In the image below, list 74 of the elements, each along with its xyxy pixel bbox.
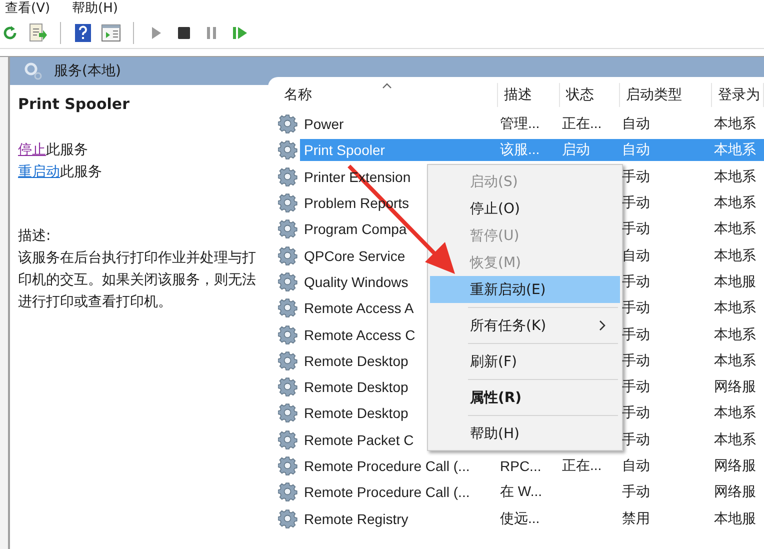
column-header[interactable]: 状态 — [560, 83, 620, 107]
startup-type: 禁用 — [621, 510, 650, 528]
startup-type: 手动 — [621, 326, 650, 344]
service-description: 该服... — [499, 141, 540, 160]
logon-account: 本地系 — [713, 352, 756, 370]
service-name[interactable]: Remote Access A — [300, 300, 414, 316]
column-header[interactable]: 登录为 — [712, 83, 764, 107]
logon-account: 网络服 — [713, 483, 756, 502]
logon-account: 网络服 — [713, 457, 756, 475]
logon-account: 本地系 — [713, 430, 756, 449]
menu-item[interactable]: 帮助(H) — [430, 420, 620, 447]
logon-account: 本地系 — [713, 115, 756, 134]
logon-account: 网络服 — [713, 378, 756, 396]
logon-account: 本地服 — [713, 510, 756, 528]
service-name[interactable]: Remote Registry — [300, 510, 408, 527]
service-name[interactable]: Program Compa — [300, 221, 407, 238]
startup-type: 自动 — [621, 141, 650, 160]
logon-account: 本地系 — [713, 220, 756, 238]
logon-account: 本地系 — [713, 299, 756, 318]
menu-item[interactable]: 停止(O) — [430, 195, 620, 222]
menu-item[interactable]: 属性(R) — [430, 384, 620, 411]
startup-type: 手动 — [621, 352, 650, 370]
logon-account: 本地系 — [713, 168, 756, 186]
logon-account: 本地系 — [713, 246, 756, 265]
logon-account: 本地系 — [713, 404, 756, 422]
service-name[interactable]: Remote Desktop — [300, 379, 408, 396]
service-name[interactable]: Power — [300, 116, 344, 132]
logon-account: 本地服 — [713, 272, 756, 291]
column-header[interactable]: 描述 — [498, 83, 560, 107]
startup-type: 手动 — [621, 483, 650, 502]
header-title: 服务(本地) — [54, 62, 121, 80]
startup-type: 手动 — [621, 194, 650, 212]
service-action: 重启动此服务 — [18, 163, 103, 182]
menu-item[interactable]: 帮助(H) — [72, 0, 118, 16]
startup-type: 手动 — [621, 378, 650, 396]
service-name[interactable]: Remote Desktop — [300, 405, 408, 422]
service-name[interactable]: Remote Access C — [300, 326, 416, 343]
menu-item[interactable]: 重新启动(E) — [430, 276, 620, 303]
menu-item[interactable]: 查看(V) — [5, 0, 50, 16]
menu-item[interactable]: 所有任务(K) — [430, 312, 620, 339]
description-label: 描述: — [18, 227, 52, 246]
service-name[interactable]: Quality Windows — [300, 274, 408, 290]
startup-type: 手动 — [621, 430, 650, 449]
service-action: 停止此服务 — [18, 141, 89, 160]
service-name[interactable]: Remote Desktop — [300, 352, 408, 369]
service-description: 在 W... — [499, 483, 542, 502]
action-link[interactable]: 停止 — [18, 142, 46, 158]
service-description: RPC... — [499, 458, 542, 474]
service-status: 启动 — [561, 141, 590, 160]
startup-type: 手动 — [621, 404, 650, 422]
column-header[interactable]: 名称 — [278, 83, 498, 107]
logon-account: 本地系 — [713, 194, 756, 212]
startup-type: 手动 — [621, 220, 650, 238]
startup-type: 手动 — [621, 168, 650, 186]
service-status: 正在... — [561, 115, 602, 134]
startup-type: 自动 — [621, 246, 650, 265]
logon-account: 本地系 — [713, 326, 756, 344]
service-description: 管理... — [499, 115, 540, 134]
action-link[interactable]: 重启动 — [18, 164, 60, 180]
service-name[interactable]: Remote Procedure Call (... — [300, 484, 470, 500]
service-description: 使远... — [499, 510, 540, 528]
service-name[interactable]: Remote Procedure Call (... — [300, 458, 470, 474]
startup-type: 手动 — [621, 272, 650, 291]
service-title: Print Spooler — [18, 95, 130, 113]
startup-type: 自动 — [621, 115, 650, 134]
column-header[interactable]: 启动类型 — [620, 83, 712, 107]
description-text: 该服务在后台执行打印作业并处理与打印机的交互。如果关闭该服务，则无法进行打印或查看打印机。 — [18, 249, 257, 312]
startup-type: 自动 — [621, 457, 650, 475]
logon-account: 本地系 — [713, 141, 756, 160]
menu-item[interactable]: 刷新(F) — [430, 348, 620, 375]
service-name[interactable]: Remote Packet C — [300, 432, 414, 448]
startup-type: 手动 — [621, 299, 650, 318]
service-status: 正在... — [561, 457, 602, 475]
service-name[interactable]: QPCore Service — [300, 248, 406, 264]
